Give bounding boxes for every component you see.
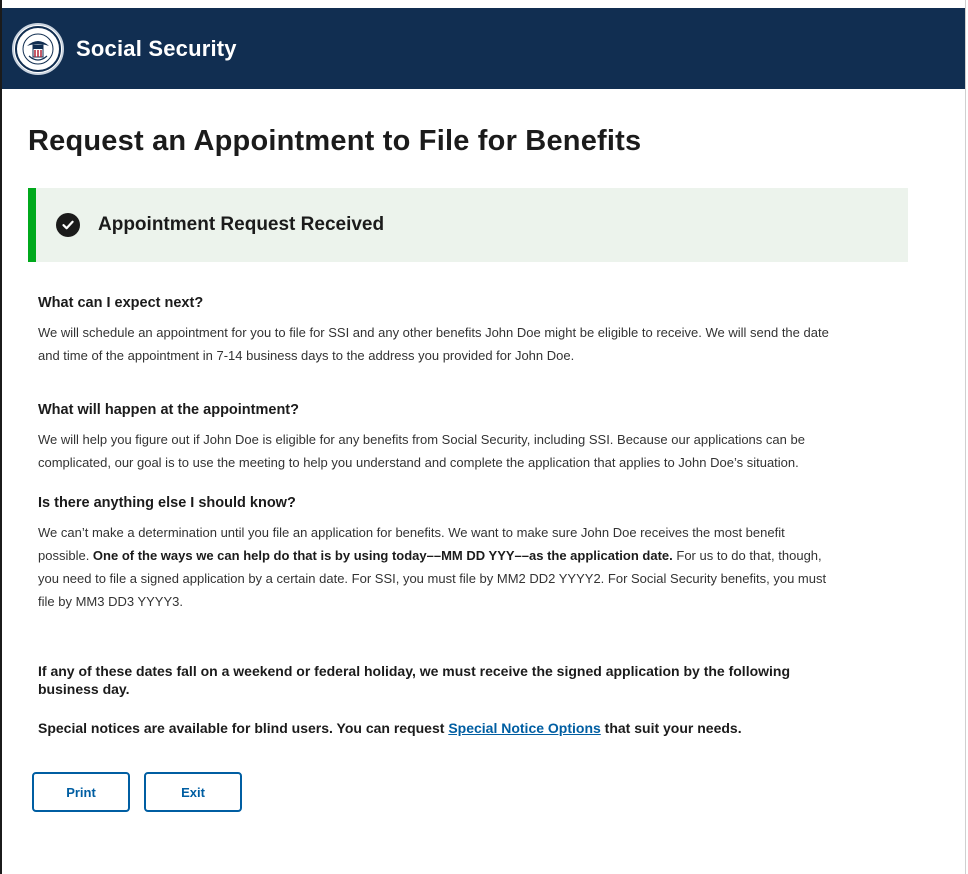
section-what-to-expect: What can I expect next? We will schedule…	[38, 295, 838, 367]
print-button[interactable]: Print	[32, 772, 130, 812]
weekend-notice: If any of these dates fall on a weekend …	[38, 663, 791, 697]
page-title: Request an Appointment to File for Benef…	[28, 125, 642, 157]
application-date-emphasis: One of the ways we can help do that is b…	[92, 548, 673, 563]
page-frame: Social Security Request an Appointment t…	[0, 0, 966, 874]
exit-button[interactable]: Exit	[144, 772, 242, 812]
section-body: We will help you figure out if John Doe …	[38, 432, 805, 470]
notices: If any of these dates fall on a weekend …	[38, 662, 838, 736]
special-notice-options-link[interactable]: Special Notice Options	[448, 720, 600, 736]
action-buttons: Print Exit	[32, 772, 939, 812]
section-additional-info: Is there anything else I should know? We…	[38, 495, 838, 613]
section-heading: What can I expect next?	[38, 295, 204, 311]
site-header: Social Security	[2, 0, 965, 89]
alert-title: Appointment Request Received	[98, 214, 385, 235]
section-heading: Is there anything else I should know?	[38, 495, 296, 511]
section-body: We will schedule an appointment for you …	[38, 325, 829, 363]
main-content: Request an Appointment to File for Benef…	[2, 125, 965, 812]
site-brand-name[interactable]: Social Security	[76, 36, 237, 62]
notice-text: that suit your needs.	[600, 720, 742, 736]
check-circle-icon	[56, 213, 80, 237]
ssa-seal-icon[interactable]	[12, 22, 64, 75]
section-body: We can’t make a determination until you …	[38, 521, 838, 613]
section-heading: What will happen at the appointment?	[38, 402, 299, 418]
notice-text: Special notices are available for blind …	[38, 720, 449, 736]
section-appointment-details: What will happen at the appointment? We …	[38, 402, 838, 474]
success-alert: Appointment Request Received	[28, 188, 908, 262]
special-notice: Special notices are available for blind …	[38, 720, 838, 736]
